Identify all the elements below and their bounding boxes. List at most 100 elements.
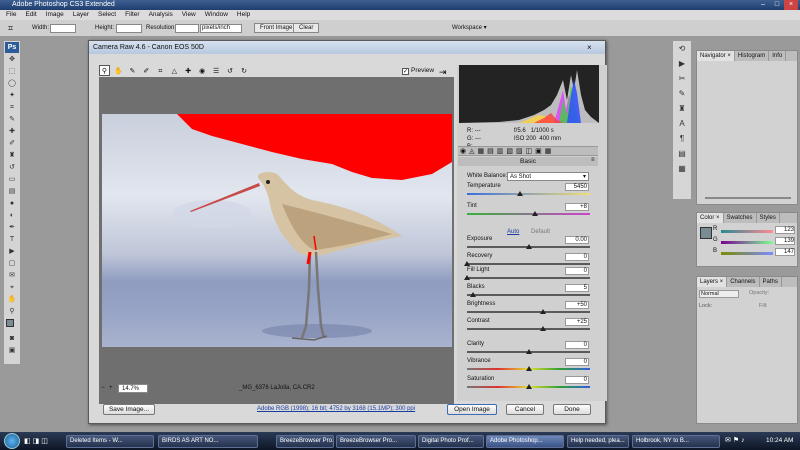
menu-select[interactable]: Select — [98, 10, 116, 20]
clear-button[interactable]: Clear — [293, 23, 320, 33]
adjustment-tabs[interactable]: ◉◬▦▤▥▧▨◫▣▦ — [458, 146, 598, 156]
slider-thumb[interactable] — [464, 261, 470, 266]
menu-filter[interactable]: Filter — [125, 10, 139, 20]
gradient-icon[interactable]: ▤ — [5, 186, 19, 197]
tab-styles[interactable]: Styles — [757, 213, 780, 223]
blend-mode-select[interactable]: Normal — [699, 290, 739, 298]
workspace-menu[interactable]: Workspace ▾ — [452, 20, 487, 37]
tab-paths[interactable]: Paths — [760, 277, 782, 287]
taskbar-item[interactable]: Deleted Items - W... — [66, 435, 154, 448]
dialog-close-icon[interactable]: × — [587, 43, 592, 52]
color-r-slider[interactable] — [721, 230, 773, 233]
taskbar-item[interactable]: Help needed, plea... — [567, 435, 629, 448]
magic-wand-icon[interactable]: ✦ — [5, 90, 19, 101]
tab-histogram[interactable]: Histogram — [735, 51, 770, 61]
tab-swatches[interactable]: Swatches — [724, 213, 757, 223]
slider-thumb[interactable] — [525, 244, 532, 249]
slider-value-field[interactable]: 0 — [565, 376, 589, 384]
taskbar-item[interactable]: Adobe Photoshop... — [486, 435, 564, 448]
slider-value-field[interactable]: +50 — [565, 301, 589, 309]
slider-thumb[interactable] — [540, 309, 547, 314]
zoom-level-select[interactable]: 14.7% — [118, 384, 148, 393]
color-sampler-icon[interactable]: ✐ — [141, 66, 152, 77]
actions-icon[interactable]: ▶ — [673, 56, 691, 71]
slider-value-field[interactable]: 5 — [565, 284, 589, 292]
color-r-value[interactable]: 123 — [775, 226, 795, 234]
character-icon[interactable]: A — [673, 116, 691, 131]
menu-edit[interactable]: Edit — [25, 10, 36, 20]
slider-value-field[interactable]: 0 — [565, 253, 589, 261]
eraser-icon[interactable]: ▭ — [5, 174, 19, 185]
save-image-button[interactable]: Save Image... — [103, 404, 155, 415]
slider-value-field[interactable]: 5450 — [565, 183, 589, 191]
brushes-icon[interactable]: ✎ — [673, 86, 691, 101]
slider-value-field[interactable]: 0 — [565, 267, 589, 275]
history-brush-icon[interactable]: ↺ — [5, 162, 19, 173]
tray-icons[interactable]: ✉⚑♪ — [725, 436, 747, 444]
slider-track[interactable] — [467, 277, 590, 279]
quick-launch-icons[interactable]: ◧◨◫ — [24, 437, 50, 445]
slider-thumb[interactable] — [525, 349, 532, 354]
eyedropper-icon[interactable]: ✎ — [5, 114, 19, 125]
slider-thumb[interactable] — [531, 211, 538, 216]
start-button[interactable] — [4, 433, 20, 449]
taskbar-item[interactable]: BreezeBrowser Pro... — [276, 435, 334, 448]
taskbar-item[interactable]: Digital Photo Prof... — [418, 435, 484, 448]
taskbar-item[interactable]: BreezeBrowser Pro... — [336, 435, 416, 448]
dodge-tool-icon[interactable]: ◐ — [5, 210, 19, 221]
clone-stamp-icon[interactable]: ♜ — [5, 150, 19, 161]
zoom-out-icon[interactable]: − — [101, 385, 105, 391]
foreground-color-swatch[interactable] — [700, 227, 712, 239]
slider-track[interactable] — [467, 328, 590, 330]
panel-menu-icon[interactable]: ≡ — [591, 157, 595, 163]
crop-tool-icon[interactable]: ⌗ — [8, 20, 13, 37]
tab-layers[interactable]: Layers × — [697, 277, 728, 287]
slider-track[interactable] — [467, 193, 590, 195]
pen-tool-icon[interactable]: ✒ — [5, 222, 19, 233]
menu-layer[interactable]: Layer — [73, 10, 89, 20]
color-swatches-icon[interactable] — [5, 318, 19, 332]
width-field[interactable] — [50, 24, 76, 33]
move-tool-icon[interactable]: ✥ — [5, 54, 19, 65]
history-icon[interactable]: ⟲ — [673, 41, 691, 56]
resolution-unit-select[interactable]: pixels/inch — [200, 24, 242, 33]
color-b-value[interactable]: 147 — [775, 248, 795, 256]
zoom-icon[interactable]: ⚲ — [99, 65, 110, 76]
quick-mask-icon[interactable]: ◙ — [5, 333, 19, 344]
blur-tool-icon[interactable]: ● — [5, 198, 19, 209]
color-g-slider[interactable] — [721, 241, 773, 244]
height-field[interactable] — [116, 24, 142, 33]
hand-icon[interactable]: ✋ — [113, 66, 124, 77]
shape-tool-icon[interactable]: ▢ — [5, 258, 19, 269]
notes-tool-icon[interactable]: ✉ — [5, 270, 19, 281]
crop-icon[interactable]: ⌗ — [155, 66, 166, 77]
straighten-icon[interactable]: △ — [169, 66, 180, 77]
tab-navigator[interactable]: Navigator × — [697, 51, 735, 61]
close-icon[interactable]: × — [784, 0, 798, 10]
workflow-options-link[interactable]: Adobe RGB (1998); 16 bit; 4752 by 3168 (… — [257, 406, 415, 412]
slider-thumb[interactable] — [525, 366, 532, 371]
slider-value-field[interactable]: 0.00 — [565, 236, 589, 244]
menu-help[interactable]: Help — [237, 10, 250, 20]
tab-info[interactable]: Info — [769, 51, 787, 61]
cancel-button[interactable]: Cancel — [506, 404, 544, 415]
slider-track[interactable] — [467, 311, 590, 313]
retouch-icon[interactable]: ✚ — [183, 66, 194, 77]
preview-checkbox[interactable]: ✓ — [402, 68, 409, 75]
slider-value-field[interactable]: +25 — [565, 318, 589, 326]
slider-value-field[interactable]: +8 — [565, 203, 589, 211]
menu-view[interactable]: View — [182, 10, 196, 20]
type-tool-icon[interactable]: T — [5, 234, 19, 245]
slider-thumb[interactable] — [470, 292, 477, 297]
tab-channels[interactable]: Channels — [727, 277, 760, 287]
auto-link[interactable]: Auto — [507, 229, 519, 235]
paragraph-icon[interactable]: ¶ — [673, 131, 691, 146]
minimize-icon[interactable]: – — [756, 0, 770, 10]
white-balance-select[interactable]: As Shot ▾ — [507, 172, 589, 181]
done-button[interactable]: Done — [553, 404, 591, 415]
layer-comps-icon[interactable]: ▤ — [673, 146, 691, 161]
tools-preset-icon[interactable]: ✂ — [673, 71, 691, 86]
slider-track[interactable] — [467, 263, 590, 265]
slider-track[interactable] — [467, 294, 590, 296]
screen-mode-icon[interactable]: ▣ — [5, 345, 19, 356]
